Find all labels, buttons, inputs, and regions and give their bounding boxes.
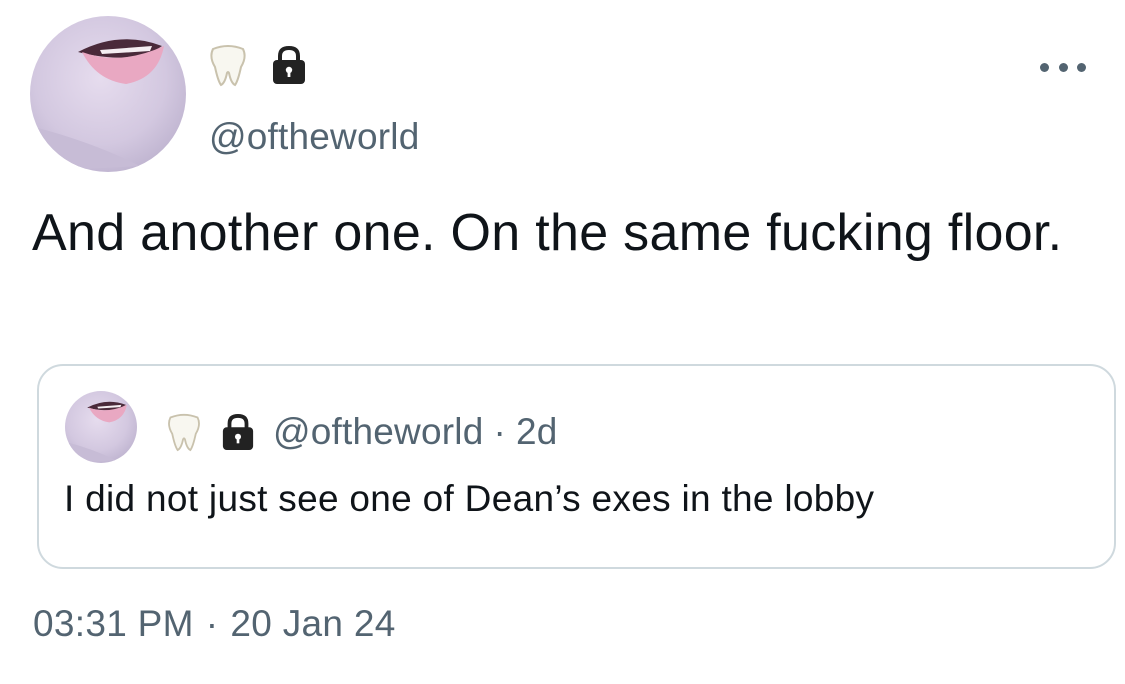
more-dot (1058, 62, 1068, 72)
quoted-author-handle[interactable]: @oftheworld (273, 411, 483, 453)
tweet-time: 03:31 PM (33, 603, 194, 644)
quoted-meta: @oftheworld · 2d (273, 411, 558, 453)
meta-separator: · (493, 411, 507, 452)
more-dot (1040, 62, 1049, 72)
more-dot (1077, 62, 1086, 72)
quoted-tweet-age[interactable]: 2d (516, 411, 558, 453)
tooth-icon (210, 45, 246, 87)
quoted-author-header: @oftheworld · 2d (165, 410, 558, 454)
lock-icon (273, 45, 305, 84)
quoted-author-avatar[interactable] (65, 391, 137, 463)
author-avatar[interactable] (30, 16, 186, 172)
tweet-date: 20 Jan 24 (230, 603, 396, 644)
tweet-timestamp[interactable]: 03:31 PM · 20 Jan 24 (33, 603, 396, 645)
lock-icon (222, 414, 254, 450)
timestamp-separator: · (205, 603, 219, 644)
quoted-tweet-card[interactable]: @oftheworld · 2d I did not just see one … (37, 364, 1116, 569)
tooth-icon (168, 413, 200, 452)
tweet-text: And another one. On the same fucking flo… (32, 204, 1063, 262)
author-handle[interactable]: @oftheworld (209, 116, 419, 158)
more-options-icon[interactable] (1040, 55, 1086, 79)
author-display-name[interactable] (207, 43, 307, 87)
quoted-tweet-text: I did not just see one of Dean’s exes in… (64, 478, 875, 519)
